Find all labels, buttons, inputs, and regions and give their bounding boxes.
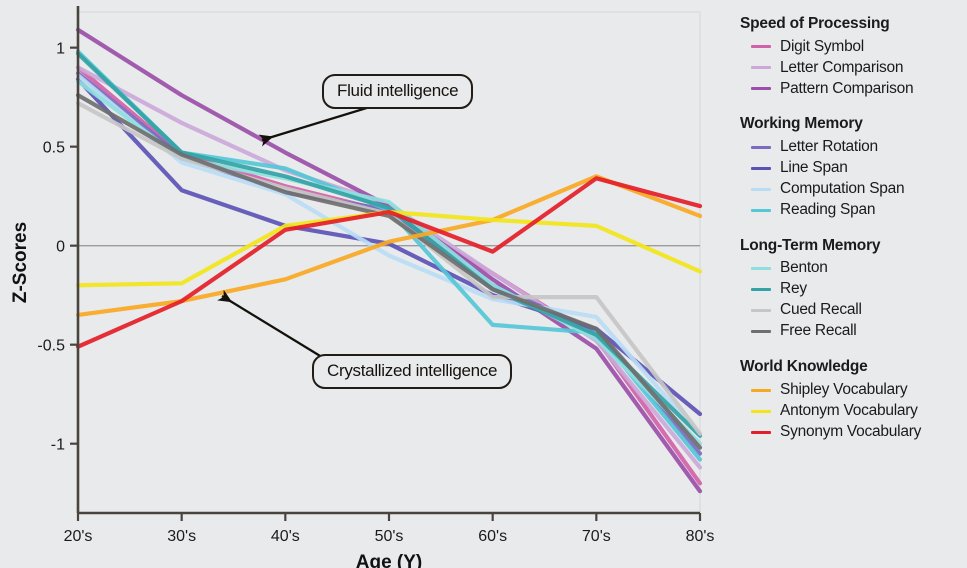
legend-line-swatch-icon bbox=[751, 87, 771, 91]
x-axis-tick-label: 60's bbox=[478, 528, 507, 545]
legend-group-title: World Knowledge bbox=[740, 358, 868, 376]
legend-group: Long-Term Memory Benton Rey Cued Recall Free… bbox=[740, 236, 967, 342]
legend-item[interactable]: Shipley Vocabulary bbox=[740, 380, 967, 401]
y-axis-tick-label: -0.5 bbox=[37, 338, 65, 355]
legend-item-label: Letter Rotation bbox=[780, 137, 878, 155]
annotation-fluid-intelligence: Fluid intelligence bbox=[322, 74, 474, 109]
legend-group-title: Speed of Processing bbox=[740, 15, 890, 32]
legend-group-title: Working Memory bbox=[740, 115, 863, 133]
legend-item-label: Line Span bbox=[780, 158, 848, 176]
legend-item[interactable]: Antonym Vocabulary bbox=[740, 401, 967, 422]
legend-item[interactable]: Line Span bbox=[740, 158, 967, 179]
legend-line-swatch-icon bbox=[751, 45, 771, 49]
legend-item[interactable]: Cued Recall bbox=[740, 300, 967, 321]
legend-item[interactable]: Synonym Vocabulary bbox=[740, 422, 967, 443]
legend-item[interactable]: Letter Rotation bbox=[740, 137, 967, 158]
legend-group: World Knowledge Shipley Vocabulary Antonym… bbox=[740, 357, 967, 442]
legend-line-swatch-icon bbox=[751, 267, 771, 271]
legend-item[interactable]: Benton bbox=[740, 258, 967, 279]
y-axis-tick-label: -1 bbox=[51, 437, 65, 454]
legend-item-label: Digit Symbol bbox=[780, 37, 864, 55]
legend-item[interactable]: Reading Span bbox=[740, 200, 967, 221]
legend-item-label: Reading Span bbox=[780, 200, 876, 218]
x-axis-title: Age (Y) bbox=[356, 552, 423, 568]
legend-item[interactable]: Pattern Comparison bbox=[740, 78, 967, 99]
legend-line-swatch-icon bbox=[751, 66, 771, 70]
legend-item-label: Shipley Vocabulary bbox=[780, 380, 908, 398]
legend-line-swatch-icon bbox=[751, 187, 771, 191]
legend-item-label: Rey bbox=[780, 280, 807, 298]
legend-item-label: Synonym Vocabulary bbox=[780, 422, 922, 440]
legend-item-label: Antonym Vocabulary bbox=[780, 401, 918, 419]
chart-legend: Speed of Processing Digit Symbol Letter Co… bbox=[718, 0, 967, 568]
legend-line-swatch-icon bbox=[751, 166, 771, 170]
legend-item-label: Computation Span bbox=[780, 179, 905, 197]
annotation-crystallized-intelligence: Crystallized intelligence bbox=[312, 354, 513, 389]
legend-group: Speed of Processing Digit Symbol Letter Co… bbox=[740, 14, 967, 99]
legend-line-swatch-icon bbox=[751, 330, 771, 334]
legend-item[interactable]: Letter Comparison bbox=[740, 57, 967, 78]
x-axis-tick-label: 80's bbox=[686, 528, 715, 545]
y-axis-tick-label: 0.5 bbox=[43, 140, 65, 157]
legend-item[interactable]: Computation Span bbox=[740, 179, 967, 200]
legend-line-swatch-icon bbox=[751, 309, 771, 313]
y-axis-title: Z-Scores bbox=[10, 222, 31, 303]
legend-line-swatch-icon bbox=[751, 430, 771, 434]
legend-line-swatch-icon bbox=[751, 409, 771, 413]
x-axis-tick-label: 30's bbox=[167, 528, 196, 545]
legend-group: Working Memory Letter Rotation Line Span Co… bbox=[740, 114, 967, 220]
legend-group-title: Long-Term Memory bbox=[740, 236, 881, 254]
chart-plot-panel: 1 0.5 0 -0.5 -1 20's 30's 40's 50's 60's 70's 80's A… bbox=[0, 0, 718, 568]
legend-line-swatch-icon bbox=[751, 388, 771, 392]
legend-item-label: Cued Recall bbox=[780, 301, 862, 319]
legend-item-label: Free Recall bbox=[780, 322, 857, 340]
chart-page: 1 0.5 0 -0.5 -1 20's 30's 40's 50's 60's 70's 80's A… bbox=[0, 0, 967, 568]
legend-item-label: Letter Comparison bbox=[780, 58, 904, 76]
x-axis-tick-label: 20's bbox=[64, 528, 93, 545]
legend-line-swatch-icon bbox=[751, 288, 771, 292]
y-axis-tick-label: 1 bbox=[56, 41, 65, 58]
legend-line-swatch-icon bbox=[751, 208, 771, 212]
legend-item-label: Benton bbox=[780, 259, 828, 277]
x-axis-tick-label: 50's bbox=[375, 528, 404, 545]
y-axis-tick-label: 0 bbox=[56, 239, 65, 256]
legend-item[interactable]: Rey bbox=[740, 279, 967, 300]
x-axis-tick-label: 70's bbox=[582, 528, 611, 545]
legend-line-swatch-icon bbox=[751, 145, 771, 149]
legend-item[interactable]: Free Recall bbox=[740, 321, 967, 342]
legend-item[interactable]: Digit Symbol bbox=[740, 36, 967, 57]
legend-item-label: Pattern Comparison bbox=[780, 79, 914, 97]
x-axis-tick-label: 40's bbox=[271, 528, 300, 545]
